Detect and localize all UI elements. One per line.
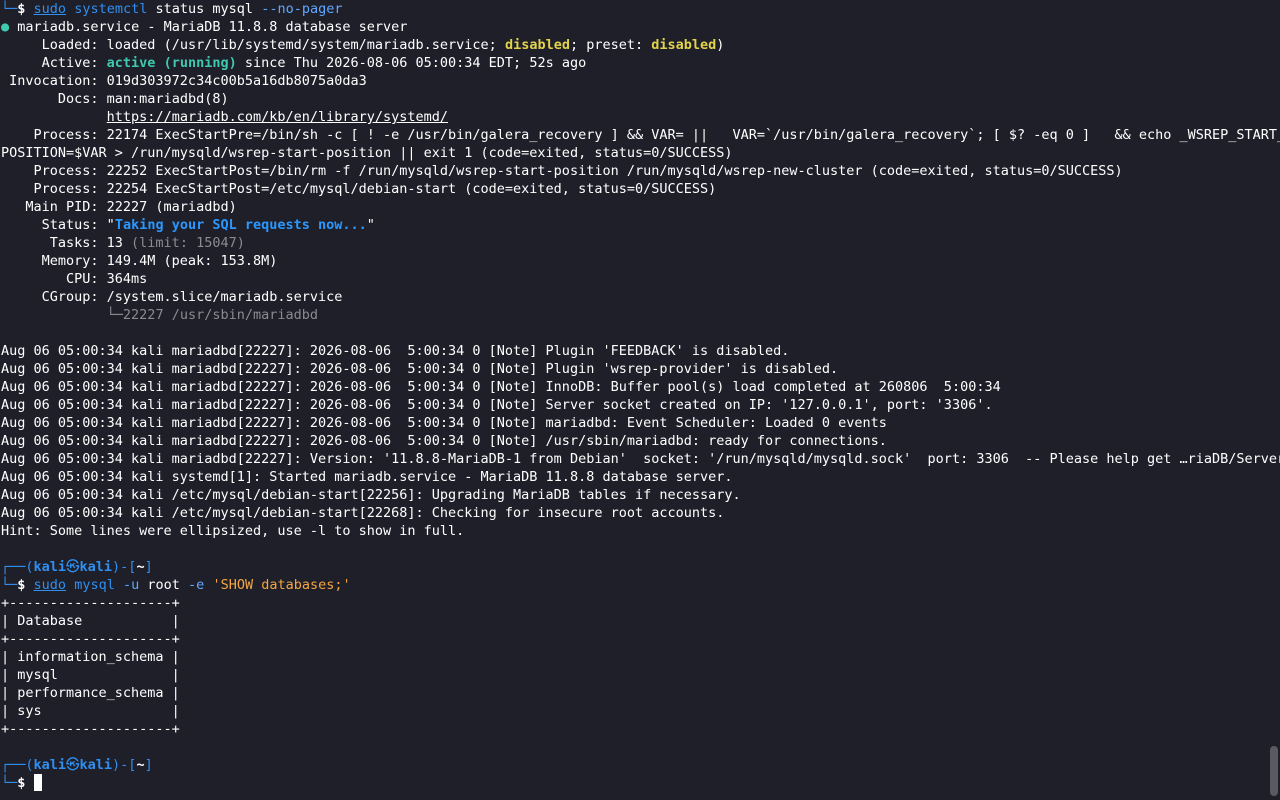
prompt-corner: └─	[1, 1, 18, 17]
active-line: Active: active (running) since Thu 2026-…	[1, 55, 587, 71]
docs-link[interactable]: https://mariadb.com/kb/en/library/system…	[107, 109, 448, 125]
at-symbol-icon: ㉿	[66, 757, 80, 773]
process-line-3: Process: 22254 ExecStartPost=/etc/mysql/…	[1, 181, 717, 197]
text-cursor[interactable]	[33, 774, 42, 791]
prompt-path: ~	[136, 559, 145, 575]
sudo-word: sudo	[33, 1, 67, 17]
docs-url-line: https://mariadb.com/kb/en/library/system…	[1, 108, 448, 126]
log-line: Aug 06 05:00:34 kali mariadbd[22227]: Ve…	[1, 451, 1280, 467]
status-text: Taking your SQL requests now...	[114, 217, 367, 233]
loaded-line: Loaded: loaded (/usr/lib/systemd/system/…	[1, 37, 725, 53]
mainpid-line: Main PID: 22227 (mariadbd)	[1, 199, 237, 215]
at-symbol-icon: ㉿	[66, 559, 80, 575]
status-dot-icon: ●	[1, 19, 10, 35]
command-args: status mysql	[155, 1, 254, 17]
log-line: Aug 06 05:00:34 kali systemd[1]: Started…	[1, 469, 733, 485]
log-line: Aug 06 05:00:34 kali /etc/mysql/debian-s…	[1, 487, 741, 503]
tasks-line: Tasks: 13 (limit: 15047)	[1, 235, 245, 251]
log-line: Aug 06 05:00:34 kali /etc/mysql/debian-s…	[1, 505, 725, 521]
cgroup-tree-line: └─22227 /usr/sbin/mariadbd	[106, 307, 318, 323]
log-line: Aug 06 05:00:34 kali mariadbd[22227]: 20…	[1, 433, 887, 449]
process-line-1b: POSITION=$VAR > /run/mysqld/wsrep-start-…	[1, 145, 733, 161]
command-line-mysql: └─$ sudo mysql -u root -e 'SHOW database…	[1, 577, 351, 593]
log-line: Aug 06 05:00:34 kali mariadbd[22227]: 20…	[1, 343, 790, 359]
prompt-dollar: $	[17, 1, 26, 17]
memory-line: Memory: 149.4M (peak: 153.8M)	[1, 253, 278, 269]
log-line: Aug 06 05:00:34 kali mariadbd[22227]: 20…	[1, 361, 839, 377]
active-state: active (running)	[106, 55, 237, 71]
command-option: --no-pager	[261, 1, 343, 17]
prompt-header: ┌──(kali㉿kali)-[~]	[1, 757, 153, 773]
terminal-window[interactable]: └─$ sudo systemctl status mysql --no-pag…	[0, 0, 1280, 800]
db-table-border: +--------------------+	[1, 595, 180, 611]
process-line-2: Process: 22252 ExecStartPost=/bin/rm -f …	[1, 163, 1123, 179]
command-name: systemctl	[74, 1, 148, 17]
db-table-header: | Database |	[1, 613, 180, 629]
scrollbar-thumb[interactable]	[1270, 746, 1278, 796]
service-title-line: ● mariadb.service - MariaDB 11.8.8 datab…	[1, 19, 408, 35]
db-table-row: | information_schema |	[1, 649, 180, 665]
invocation-line: Invocation: 019d303972c34c00b5a16db8075a…	[1, 73, 367, 89]
docs-line: Docs: man:mariadbd(8)	[1, 91, 229, 107]
log-line: Aug 06 05:00:34 kali mariadbd[22227]: 20…	[1, 379, 1001, 395]
db-table-border: +--------------------+	[1, 721, 180, 737]
db-table-row: | mysql |	[1, 667, 180, 683]
db-table-row: | performance_schema |	[1, 685, 180, 701]
hint-line: Hint: Some lines were ellipsized, use -l…	[1, 523, 465, 539]
process-line-1a: Process: 22174 ExecStartPre=/bin/sh -c […	[1, 127, 1280, 143]
active-prompt-line[interactable]: └─$	[1, 774, 42, 792]
command-line-systemctl: └─$ sudo systemctl status mysql --no-pag…	[1, 0, 342, 18]
db-table-border: +--------------------+	[1, 631, 180, 647]
log-line: Aug 06 05:00:34 kali mariadbd[22227]: 20…	[1, 397, 993, 413]
status-line: Status: "Taking your SQL requests now...…	[1, 217, 375, 233]
prompt-header: ┌──(kali㉿kali)-[~]	[1, 559, 153, 575]
log-line: Aug 06 05:00:34 kali mariadbd[22227]: 20…	[1, 415, 887, 431]
cpu-line: CPU: 364ms	[1, 271, 148, 287]
db-table-row: | sys |	[1, 703, 180, 719]
prompt-host: kali	[79, 559, 113, 575]
prompt-user: kali	[33, 559, 67, 575]
cgroup-line: CGroup: /system.slice/mariadb.service	[1, 289, 343, 305]
